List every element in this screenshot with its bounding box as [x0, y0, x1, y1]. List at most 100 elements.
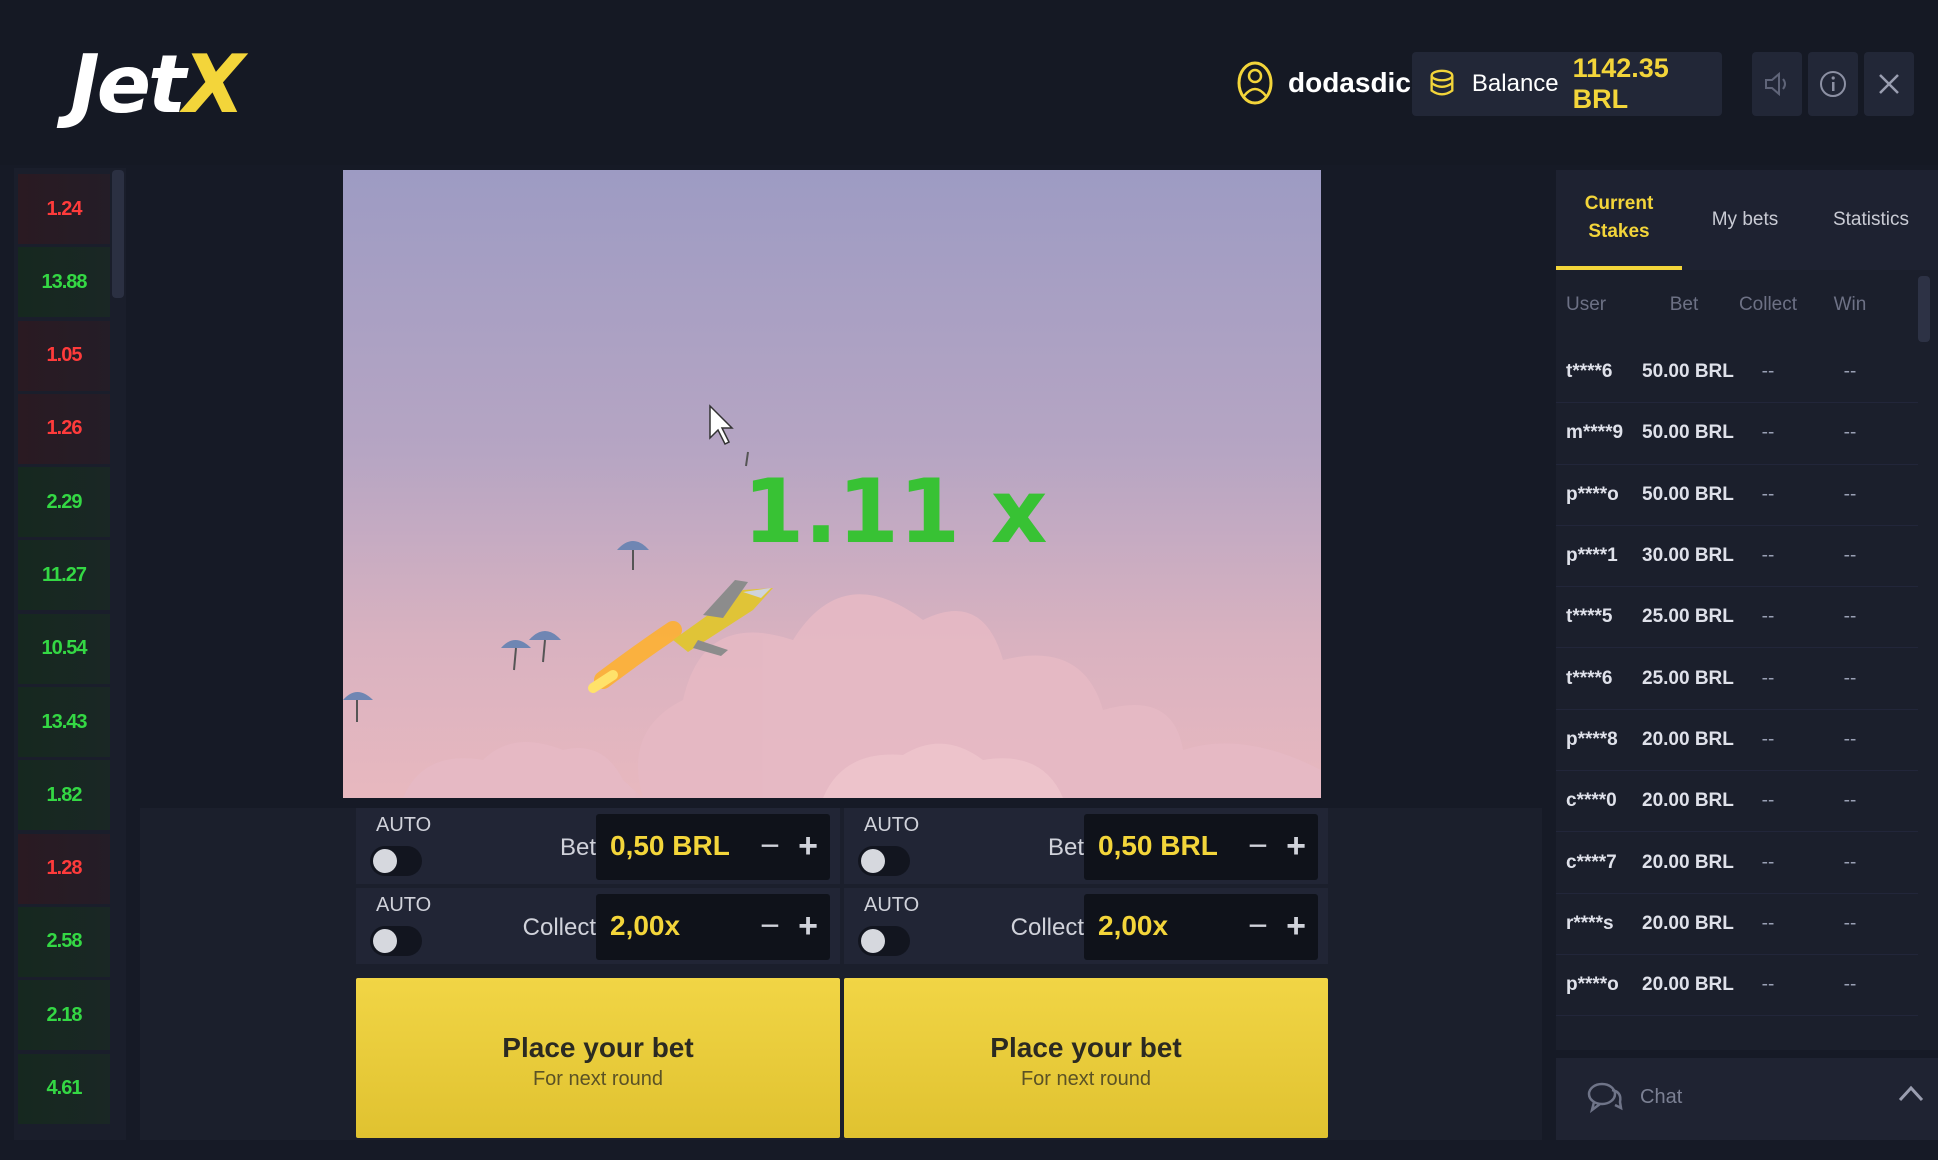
place-bet-sublabel: For next round — [532, 1068, 664, 1090]
auto-collect-label: AUTO — [376, 894, 432, 916]
cell-win: -- — [1843, 422, 1857, 444]
sound-button[interactable] — [1752, 52, 1802, 116]
column-user: User — [1566, 294, 1607, 315]
table-row: t****6 50.00 BRL -- -- — [1556, 342, 1918, 404]
user-icon — [1237, 61, 1273, 105]
cell-collect: -- — [1761, 483, 1775, 505]
collect-field[interactable]: 2,00x − + — [596, 894, 830, 960]
cell-bet: 20.00 BRL — [1642, 974, 1734, 996]
history-item: 1.28 — [18, 833, 110, 904]
info-icon — [1820, 71, 1846, 97]
tab-label: Current Stakes — [1584, 193, 1654, 242]
cell-user: m****9 — [1566, 422, 1624, 444]
balance-box: Balance 1142.35 BRL — [1412, 52, 1722, 116]
cell-collect: -- — [1761, 606, 1775, 628]
cell-bet: 30.00 BRL — [1642, 545, 1734, 567]
auto-collect-toggle[interactable] — [858, 926, 910, 956]
tab-statistics[interactable]: Statistics — [1808, 170, 1934, 270]
collect-value: 2,00x — [610, 910, 681, 941]
cell-user: p****8 — [1566, 728, 1618, 750]
cell-win: -- — [1843, 361, 1857, 383]
auto-bet-toggle[interactable] — [370, 846, 422, 876]
collect-label: Collect — [1010, 914, 1084, 941]
history-item: 1.26 — [18, 393, 110, 464]
cell-win: -- — [1843, 974, 1857, 996]
cell-collect: -- — [1761, 728, 1775, 750]
tab-label: My bets — [1711, 209, 1779, 230]
cell-bet: 25.00 BRL — [1642, 667, 1734, 689]
cell-user: p****o — [1566, 974, 1619, 996]
jetx-logo: JetX — [70, 38, 245, 131]
user-info: dodasdic — [1236, 60, 1411, 106]
speaker-icon — [1765, 71, 1786, 97]
cell-user: c****7 — [1566, 851, 1617, 873]
cell-collect: -- — [1761, 912, 1775, 934]
table-row: p****8 20.00 BRL -- -- — [1556, 710, 1918, 772]
cell-win: -- — [1843, 545, 1857, 567]
collect-decrease-button[interactable]: − — [756, 908, 784, 944]
cell-user: t****6 — [1566, 667, 1613, 689]
history-item: 2.58 — [18, 906, 110, 977]
table-row: m****9 50.00 BRL -- -- — [1556, 403, 1918, 465]
chevron-up-icon[interactable] — [1896, 1082, 1926, 1106]
toggle-knob — [861, 849, 885, 873]
cell-bet: 50.00 BRL — [1642, 422, 1734, 444]
collect-field[interactable]: 2,00x − + — [1084, 894, 1318, 960]
chat-bar[interactable]: Chat — [1556, 1058, 1938, 1140]
bet-decrease-button[interactable]: − — [756, 828, 784, 864]
auto-collect-toggle[interactable] — [370, 926, 422, 956]
place-bet-button[interactable]: Place your bet For next round — [356, 978, 840, 1138]
bet-amount-field[interactable]: 0,50 BRL − + — [1084, 814, 1318, 880]
collect-increase-button[interactable]: + — [1282, 908, 1310, 944]
cell-user: p****o — [1566, 483, 1619, 505]
history-item: 4.61 — [18, 1053, 110, 1124]
history-item: 13.88 — [18, 247, 110, 318]
close-button[interactable] — [1864, 52, 1914, 116]
cell-bet: 50.00 BRL — [1642, 483, 1734, 505]
column-bet: Bet — [1669, 294, 1699, 315]
cell-user: c****0 — [1566, 790, 1617, 812]
place-bet-label: Place your bet — [990, 1032, 1182, 1063]
bet-increase-button[interactable]: + — [794, 828, 822, 864]
bet-amount-value: 0,50 BRL — [1098, 830, 1218, 861]
bet-label: Bet — [1047, 834, 1084, 861]
bet-increase-button[interactable]: + — [1282, 828, 1310, 864]
history-scrollbar[interactable] — [112, 170, 124, 298]
collect-increase-button[interactable]: + — [794, 908, 822, 944]
info-button[interactable] — [1808, 52, 1858, 116]
auto-bet-toggle[interactable] — [858, 846, 910, 876]
chat-icon — [1587, 1082, 1623, 1114]
auto-collect-label: AUTO — [864, 894, 920, 916]
bet-amount-value: 0,50 BRL — [610, 830, 730, 861]
cell-bet: 20.00 BRL — [1642, 790, 1734, 812]
collect-label: Collect — [522, 914, 596, 941]
cell-bet: 25.00 BRL — [1642, 606, 1734, 628]
history-item: 11.27 — [18, 540, 110, 611]
cell-win: -- — [1843, 851, 1857, 873]
place-bet-sublabel: For next round — [1020, 1068, 1152, 1090]
mouse-cursor — [709, 404, 734, 446]
bet-amount-field[interactable]: 0,50 BRL − + — [596, 814, 830, 880]
table-row: p****1 30.00 BRL -- -- — [1556, 526, 1918, 588]
collect-row: AUTO Collect 2,00x − + — [844, 888, 1328, 964]
tab-my-bets[interactable]: My bets — [1682, 170, 1808, 270]
tab-label: Statistics — [1832, 209, 1910, 230]
table-row: p****o 20.00 BRL -- -- — [1556, 955, 1918, 1017]
table-header: User Bet Collect Win — [1556, 280, 1916, 330]
cell-collect: -- — [1761, 545, 1775, 567]
cell-user: r****s — [1566, 912, 1614, 934]
place-bet-button[interactable]: Place your bet For next round — [844, 978, 1328, 1138]
tab-current-stakes[interactable]: Current Stakes — [1556, 170, 1682, 270]
history-item: 10.54 — [18, 613, 110, 684]
current-multiplier: 1.11 x — [743, 460, 1048, 563]
cell-win: -- — [1843, 790, 1857, 812]
stakes-scrollbar[interactable] — [1918, 276, 1930, 342]
collect-value: 2,00x — [1098, 910, 1169, 941]
column-collect: Collect — [1738, 294, 1798, 315]
bet-label: Bet — [559, 834, 596, 861]
balance-value: 1142.35 BRL — [1572, 53, 1669, 114]
collect-decrease-button[interactable]: − — [1244, 908, 1272, 944]
history-list: 1.24 13.88 1.05 1.26 2.29 11.27 10.54 13.43 1.82… — [18, 174, 110, 1127]
cell-collect: -- — [1761, 361, 1775, 383]
bet-decrease-button[interactable]: − — [1244, 828, 1272, 864]
